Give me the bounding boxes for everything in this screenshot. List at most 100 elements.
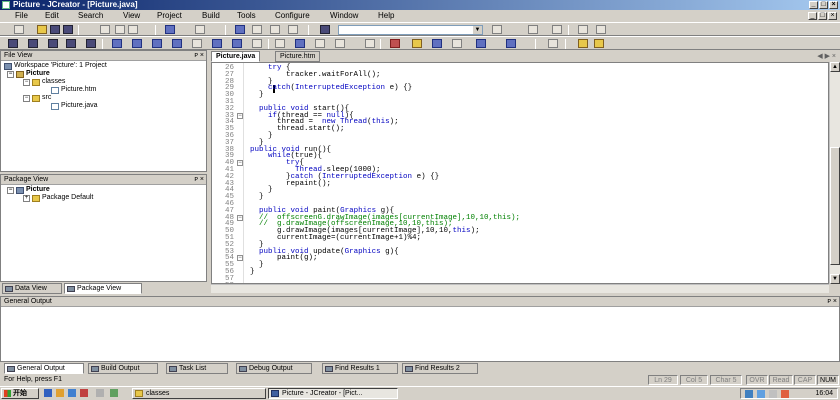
tab-find-results-2[interactable]: Find Results 2 [402,363,478,374]
scroll-down-icon[interactable]: ▼ [830,274,840,284]
quicklaunch-outlook-icon[interactable] [56,389,64,397]
tree-folder-src[interactable]: − src [23,94,51,102]
pane-pin-close-icons[interactable]: ᴘ × [194,175,204,185]
collapse-icon[interactable]: − [23,78,30,86]
tree-workspace[interactable]: Workspace 'Picture': 1 Project [4,62,107,70]
package-view-icon[interactable] [152,39,162,48]
task-classes[interactable]: classes [132,388,266,399]
mdi-close-button[interactable]: × [828,12,837,20]
forward-arrow-icon[interactable] [596,25,606,34]
menu-help[interactable]: Help [378,11,394,21]
step-over-icon[interactable] [452,39,462,48]
menu-search[interactable]: Search [78,11,103,21]
quicklaunch-extra2-icon[interactable] [110,389,118,397]
code-line[interactable]: } [250,92,264,99]
package-tree-project[interactable]: − Picture [7,186,50,194]
code-editor[interactable]: 26 27 28 29 30 31 32 33−34 35 36 37 38 39 40−41 42 43 44… [211,62,829,284]
find-binoculars-icon[interactable] [320,25,330,34]
output-window-icon[interactable] [28,39,38,48]
quicklaunch-extra-icon[interactable] [96,389,104,397]
uncomment-icon[interactable] [232,39,242,48]
menu-build[interactable]: Build [202,11,220,21]
options-icon[interactable] [548,39,558,48]
workspace-icon[interactable] [8,39,18,48]
expand-icon[interactable]: + [23,194,30,202]
stop-build-icon[interactable] [335,39,345,48]
debug-icon[interactable] [390,39,400,48]
mdi-restore-button[interactable]: □ [818,12,827,20]
fold-toggle-icon[interactable]: − [237,255,243,262]
rebuild-icon[interactable] [315,39,325,48]
browse-globe-icon[interactable] [506,39,516,48]
tab-task-list[interactable]: Task List [166,363,228,374]
horizontal-scrollbar[interactable] [211,284,829,293]
execute-icon[interactable] [365,39,375,48]
goto-icon[interactable] [552,25,562,34]
find-in-files-icon[interactable] [492,25,502,34]
pane-pin-close-icons[interactable]: ᴘ × [194,51,204,61]
step-into-icon[interactable] [432,39,442,48]
tree-file-picture-htm[interactable]: Picture.htm [51,86,96,94]
help-context-icon[interactable] [594,39,604,48]
menu-project[interactable]: Project [157,11,182,21]
file-view-icon[interactable] [132,39,142,48]
menu-window[interactable]: Window [330,11,358,21]
tab-nav-arrows-icon[interactable]: ◀ ▶ × [817,52,836,60]
cut-icon[interactable] [100,25,110,34]
fold-toggle-icon[interactable]: − [237,112,243,119]
tab-find-results-1[interactable]: Find Results 1 [322,363,398,374]
replace-icon[interactable] [528,25,538,34]
menu-tools[interactable]: Tools [237,11,256,21]
menu-edit[interactable]: Edit [45,11,59,21]
tray-volume-icon[interactable] [757,390,765,398]
start-button[interactable]: 开始 [1,388,39,399]
tab-picture-htm[interactable]: Picture.htm [275,51,321,62]
collapse-icon[interactable]: − [7,70,14,78]
tab-build-output[interactable]: Build Output [88,363,158,374]
tab-data-view[interactable]: Data View [2,283,62,294]
back-arrow-icon[interactable] [578,25,588,34]
tray-app-icon[interactable] [781,390,789,398]
fold-toggle-icon[interactable]: − [237,160,243,167]
tab-picture-java[interactable]: Picture.java [211,51,261,62]
collapse-icon[interactable]: − [23,94,30,102]
save-icon[interactable] [50,25,60,34]
breakpoint-icon[interactable] [412,39,422,48]
run-globe-icon[interactable] [476,39,486,48]
menu-configure[interactable]: Configure [275,11,310,21]
chevron-down-icon[interactable]: ▼ [473,26,482,34]
pane-pin-close-icons[interactable]: ᴘ × [827,297,837,307]
window-cascade-icon[interactable] [86,39,96,48]
tray-input-icon[interactable] [769,390,777,398]
undo-icon[interactable] [165,25,175,34]
copy-icon[interactable] [115,25,125,34]
quicklaunch-desktop-icon[interactable] [68,389,76,397]
quicklaunch-media-icon[interactable] [80,389,88,397]
menu-file[interactable]: File [15,11,28,21]
redo-icon[interactable] [195,25,205,34]
bookmark-next-icon[interactable] [252,25,262,34]
tree-file-picture-java[interactable]: Picture.java [51,102,98,110]
tab-debug-output[interactable]: Debug Output [236,363,312,374]
tab-general-output[interactable]: General Output [4,363,84,374]
fold-toggle-icon[interactable]: − [237,214,243,221]
new-file-icon[interactable] [14,25,24,34]
package-tree-default[interactable]: + Package Default [23,194,93,202]
bookmark-prev-icon[interactable] [270,25,280,34]
tree-project[interactable]: − Picture [7,70,50,78]
maximize-button[interactable]: □ [819,1,828,9]
paste-icon[interactable] [128,25,138,34]
menu-view[interactable]: View [123,11,140,21]
scroll-thumb[interactable] [830,147,840,265]
help-contents-icon[interactable] [578,39,588,48]
code-line[interactable]: catch(InterruptedException e) {} [250,85,412,93]
compile-file-icon[interactable] [275,39,285,48]
bookmark-clear-icon[interactable] [288,25,298,34]
match-brace-icon[interactable] [252,39,262,48]
task-jcreator[interactable]: Picture - JCreator - [Pict... [268,388,398,399]
comment-icon[interactable] [212,39,222,48]
save-all-icon[interactable] [63,25,73,34]
window-tile-icon[interactable] [66,39,76,48]
tray-network-icon[interactable] [745,390,753,398]
indent-icon[interactable] [192,39,202,48]
